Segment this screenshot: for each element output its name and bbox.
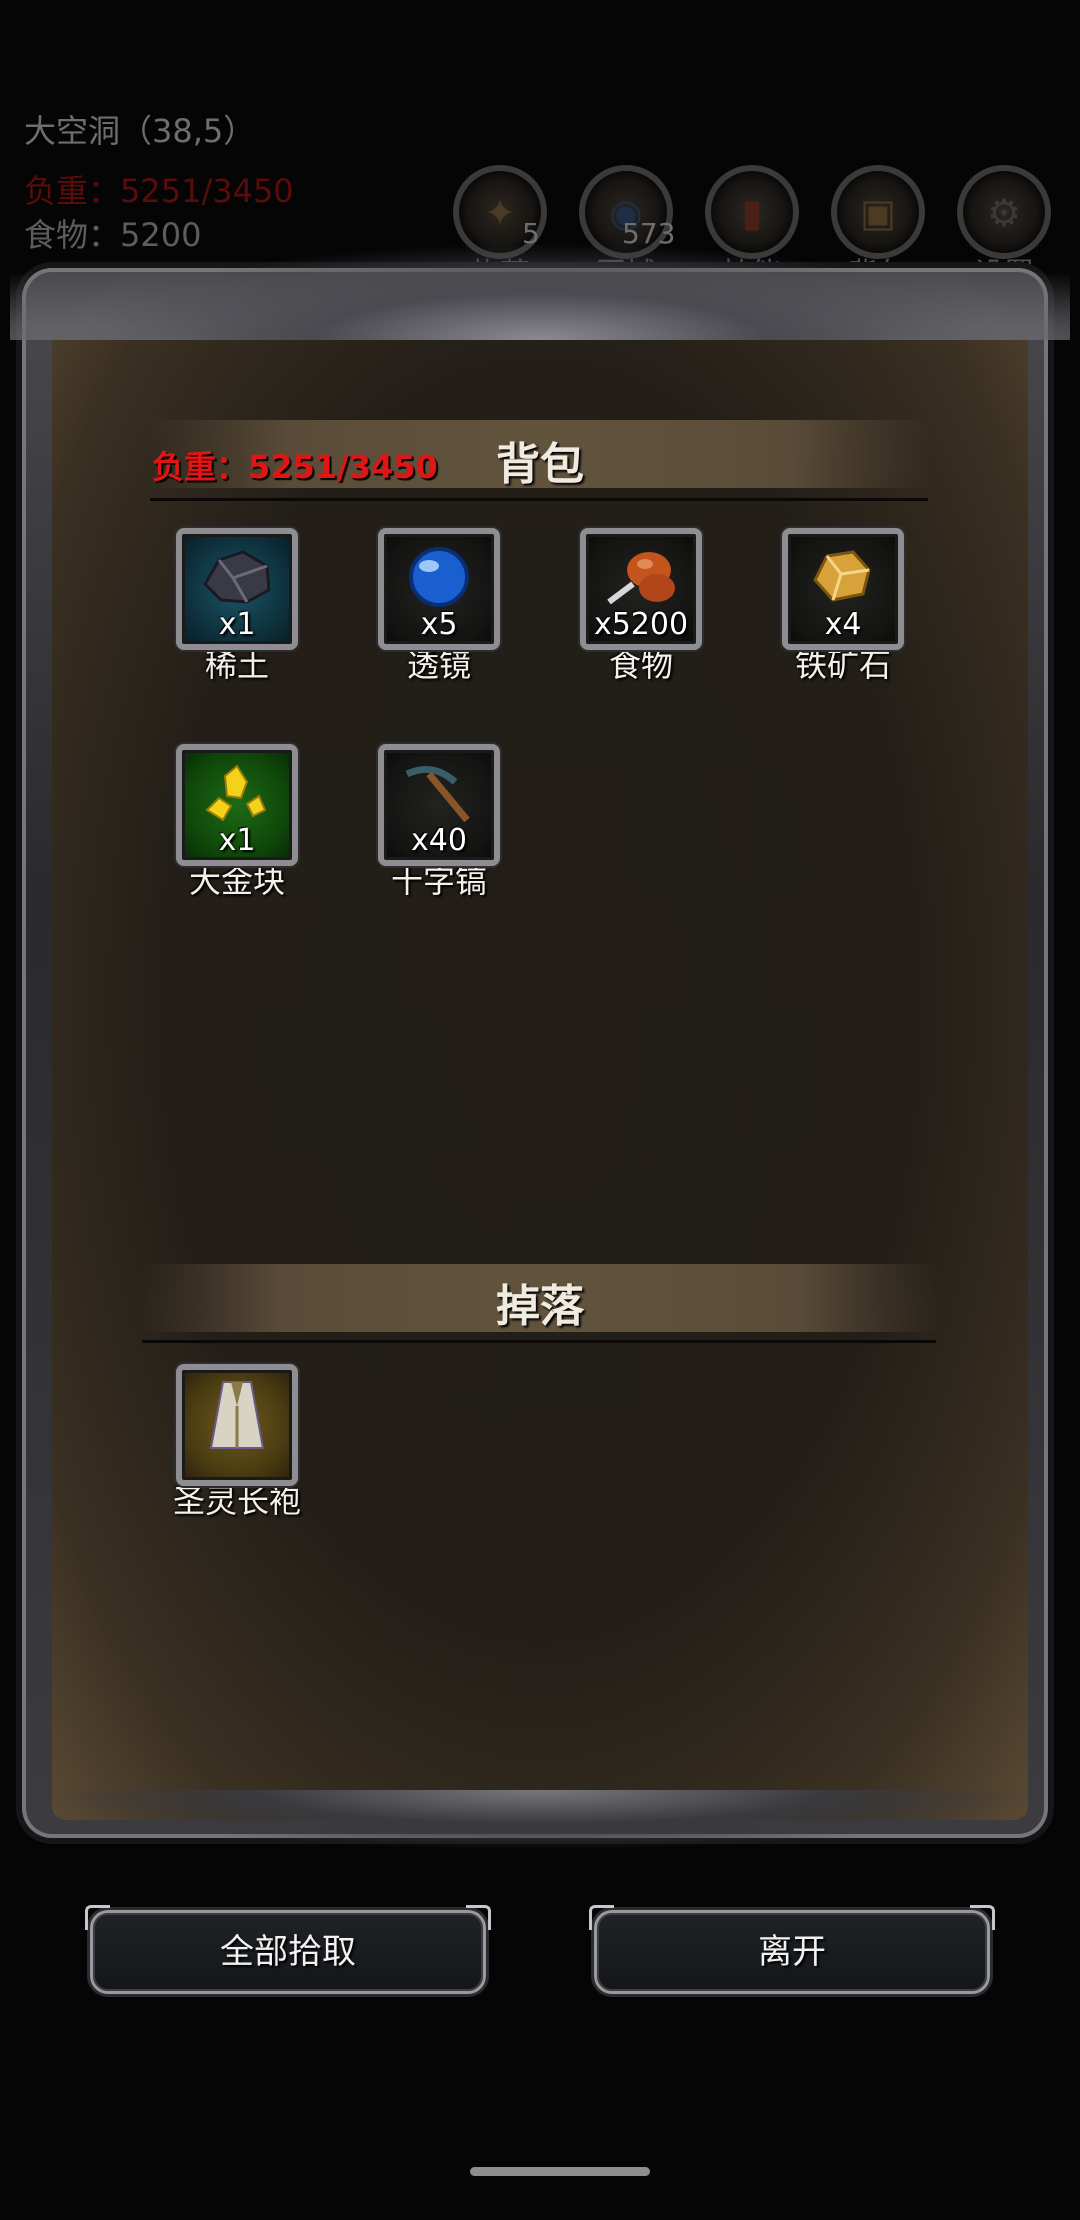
leave-button[interactable]: 离开 (589, 1905, 995, 1994)
drop-item-holy-robe[interactable]: 圣灵长袍 (157, 1364, 317, 1522)
item-quantity: x1 (218, 823, 256, 858)
frame-ornament-bottom (30, 1790, 1050, 1850)
bag-header-divider (150, 498, 928, 501)
panel-weight-label: 负重：5251/3450 (152, 448, 438, 486)
bag-item-pickaxe[interactable]: x40 十字镐 (359, 744, 519, 902)
hud-food-label: 食物：5200 (24, 216, 202, 254)
gear-icon: ⚙ (986, 191, 1022, 235)
item-quantity: x4 (824, 607, 862, 642)
drop-title: 掉落 (496, 1281, 584, 1332)
item-quantity: x40 (411, 823, 467, 858)
bag-item-rare-earth[interactable]: x1 稀土 (157, 528, 317, 686)
item-quantity: x5200 (593, 607, 689, 642)
bag-title: 背包 (496, 439, 584, 490)
bag-item-lens[interactable]: x5 透镜 (359, 528, 519, 686)
item-quantity: x5 (420, 607, 458, 642)
hud-weight-label: 负重：5251/3450 (24, 172, 294, 210)
bag-item-gold-nugget[interactable]: x1 大金块 (157, 744, 317, 902)
bag-item-food[interactable]: x5200 食物 (561, 528, 721, 686)
item-quantity: x1 (218, 607, 256, 642)
skill-book-icon: ▮ (741, 191, 763, 235)
pick-all-button[interactable]: 全部拾取 (85, 1905, 491, 1994)
camp-count: 5 (522, 217, 540, 250)
drop-header-divider (142, 1340, 936, 1343)
location-label: 大空洞（38,5） (24, 112, 256, 150)
bag-item-iron-ore[interactable]: x4 铁矿石 (763, 528, 923, 686)
backpack-icon: ▣ (860, 191, 896, 235)
home-indicator[interactable] (470, 2167, 650, 2176)
return-town-count: 573 (622, 217, 676, 250)
holy-robe-icon (182, 1380, 292, 1471)
